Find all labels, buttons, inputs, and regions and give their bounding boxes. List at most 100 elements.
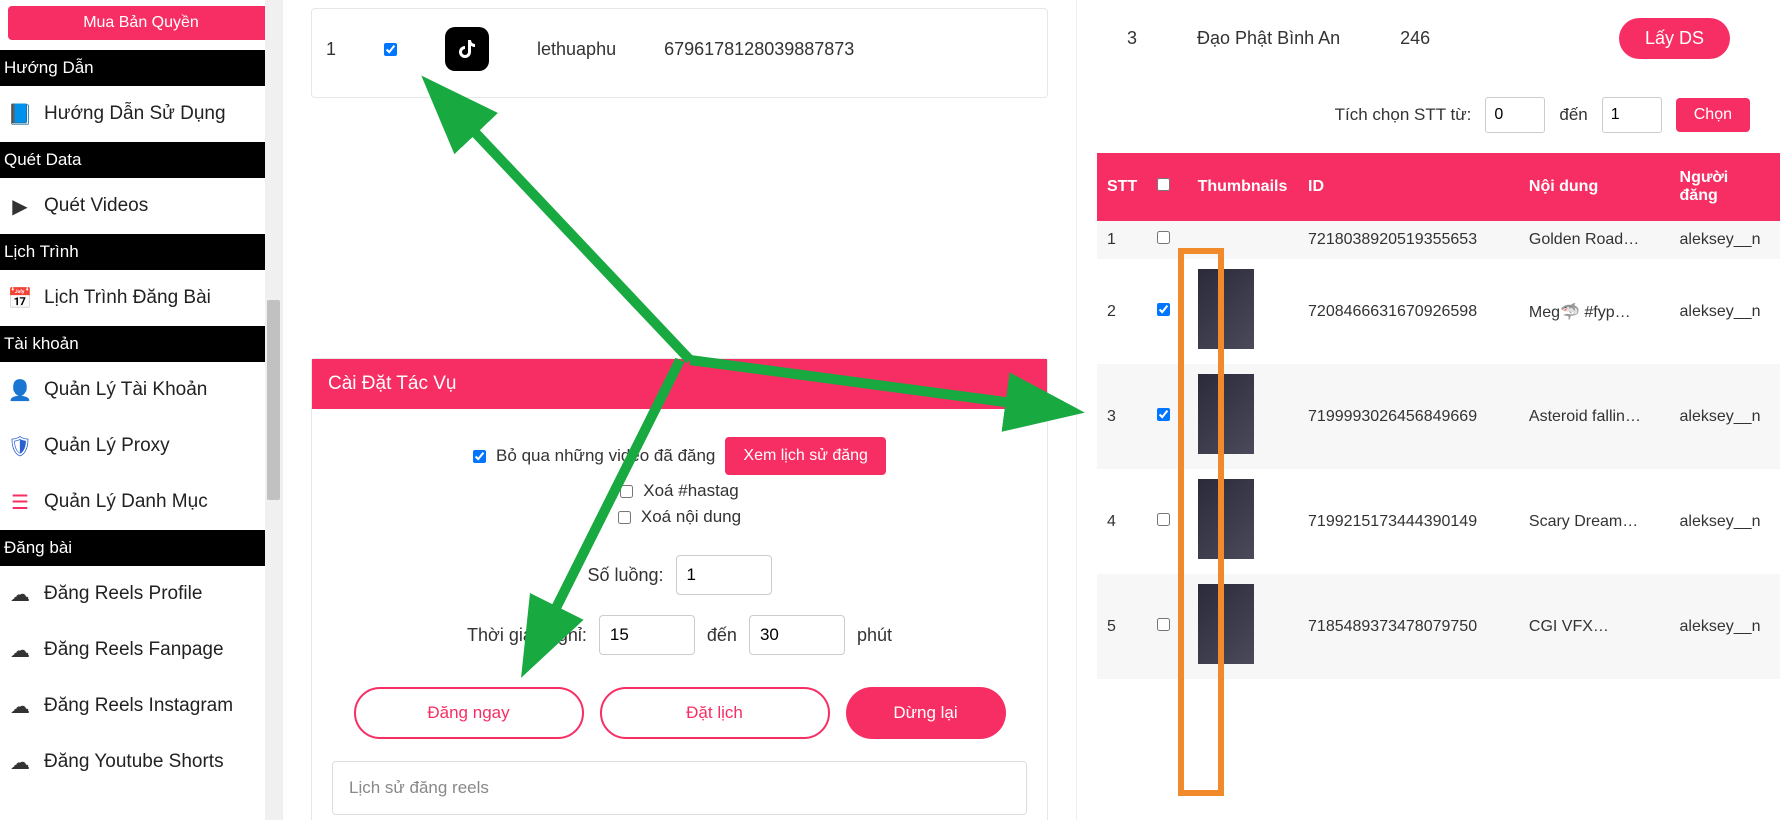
cell-stt: 4	[1097, 469, 1147, 574]
user-icon: 👤	[8, 378, 32, 402]
row-checkbox[interactable]	[1157, 231, 1170, 244]
schedule-button[interactable]: Đặt lịch	[600, 687, 830, 739]
sidebar-item-label: Quản Lý Danh Mục	[44, 491, 208, 513]
source-row: 3 Đạo Phật Bình An 246 Lấy DS	[1097, 0, 1780, 77]
th-uploader: Người đăng	[1670, 153, 1780, 221]
sidebar-item-label: Lịch Trình Đăng Bài	[44, 287, 211, 309]
table-row[interactable]: 57185489373478079750CGI VFX…aleksey__n	[1097, 574, 1780, 679]
table-row[interactable]: 2 7208466631670926598Meg🦈 #fyp…aleksey__n	[1097, 259, 1780, 364]
cell-stt: 3	[1097, 364, 1147, 469]
account-row: 1 lethuaphu 6796178128039887873	[312, 9, 1047, 97]
sidebar-item[interactable]: ☁Đăng Youtube Shorts	[0, 734, 282, 790]
account-username: lethuaphu	[537, 39, 616, 60]
row-checkbox[interactable]	[1157, 408, 1170, 421]
sidebar-section-header: Hướng Dẫn	[0, 50, 282, 86]
row-checkbox[interactable]	[1157, 513, 1170, 526]
sidebar-item-label: Quét Videos	[44, 195, 148, 217]
cell-uploader: aleksey__n	[1670, 221, 1780, 259]
threads-input[interactable]	[676, 555, 772, 595]
stop-button[interactable]: Dừng lại	[846, 687, 1006, 739]
sidebar-item-label: Đăng Youtube Shorts	[44, 751, 224, 773]
row-checkbox[interactable]	[1157, 618, 1170, 631]
cell-checkbox	[1147, 259, 1187, 364]
tiktok-icon	[445, 27, 489, 71]
thumbnail-image	[1198, 479, 1254, 559]
view-history-button[interactable]: Xem lịch sử đăng	[725, 437, 886, 475]
rest-from-input[interactable]	[599, 615, 695, 655]
rest-to-input[interactable]	[749, 615, 845, 655]
cell-checkbox	[1147, 364, 1187, 469]
task-header: Cài Đặt Tác Vụ	[312, 359, 1047, 409]
sidebar-item[interactable]: 📅Lịch Trình Đăng Bài	[0, 270, 282, 326]
sidebar-section-header: Tài khoản	[0, 326, 282, 362]
select-all-checkbox[interactable]	[1157, 178, 1170, 191]
sidebar-item[interactable]: 👤 Quản Lý Tài Khoản	[0, 362, 282, 418]
cell-stt: 1	[1097, 221, 1147, 259]
cell-content: Scary Dream…	[1519, 469, 1670, 574]
th-content: Nội dung	[1519, 153, 1670, 221]
row-checkbox[interactable]	[1157, 303, 1170, 316]
sidebar-item[interactable]: 📘Hướng Dẫn Sử Dụng	[0, 86, 282, 142]
cell-checkbox	[1147, 469, 1187, 574]
cell-content: Meg🦈 #fyp…	[1519, 259, 1670, 364]
sidebar-item[interactable]: 🛡Quản Lý Proxy	[0, 418, 282, 474]
sidebar-item[interactable]: ▶Quét Videos	[0, 178, 282, 234]
sidebar-section-header: Đăng bài	[0, 530, 282, 566]
remove-hashtag-checkbox[interactable]	[620, 485, 633, 498]
sidebar-scrollbar-thumb[interactable]	[267, 300, 280, 500]
thumbnail-image	[1198, 269, 1254, 349]
cell-uploader: aleksey__n	[1670, 364, 1780, 469]
source-name: Đạo Phật Bình An	[1197, 28, 1340, 49]
sidebar-item-label: Đăng Reels Profile	[44, 583, 202, 605]
sidebar-item-label: Quản Lý Proxy	[44, 435, 170, 457]
cell-checkbox	[1147, 574, 1187, 679]
remove-content-label: Xoá nội dung	[641, 507, 741, 527]
sidebar-scrollbar[interactable]	[265, 0, 282, 820]
cell-id: 7218038920519355653	[1298, 221, 1519, 259]
table-row[interactable]: 1 7218038920519355653Golden Road…aleksey_…	[1097, 221, 1780, 259]
remove-content-checkbox[interactable]	[618, 511, 631, 524]
sidebar-item[interactable]: ☁ Đăng Reels Profile	[0, 566, 282, 622]
select-to-input[interactable]	[1602, 97, 1662, 133]
cell-thumbnail	[1188, 574, 1298, 679]
cloud-up-icon: ☁	[8, 638, 32, 662]
buy-license-button[interactable]: Mua Bản Quyền	[8, 6, 274, 40]
choose-button[interactable]: Chọn	[1676, 98, 1750, 132]
sidebar-item[interactable]: ☁ Đăng Reels Instagram	[0, 678, 282, 734]
cell-id: 7199215173444390149	[1298, 469, 1519, 574]
cell-uploader: aleksey__n	[1670, 259, 1780, 364]
log-box: Lịch sử đăng reels	[332, 761, 1027, 815]
select-from-input[interactable]	[1485, 97, 1545, 133]
cloud-up-icon: ☁	[8, 694, 32, 718]
sidebar-item-label: Đăng Reels Instagram	[44, 695, 233, 717]
cell-id: 7199993026456849669	[1298, 364, 1519, 469]
guide-icon: 📘	[8, 102, 32, 126]
sidebar-section-header: Lịch Trình	[0, 234, 282, 270]
cell-id: 7185489373478079750	[1298, 574, 1519, 679]
thumbnail-image	[1198, 584, 1254, 664]
cell-checkbox	[1147, 221, 1187, 259]
select-from-label: Tích chọn STT từ:	[1335, 105, 1472, 125]
th-checkbox	[1147, 153, 1187, 221]
account-checkbox[interactable]	[384, 43, 397, 56]
source-stt: 3	[1127, 28, 1137, 49]
get-list-button[interactable]: Lấy DS	[1619, 18, 1730, 59]
cell-content: Golden Road…	[1519, 221, 1670, 259]
cell-stt: 2	[1097, 259, 1147, 364]
rest-unit: phút	[857, 625, 892, 646]
table-row[interactable]: 37199993026456849669Asteroid fallin…alek…	[1097, 364, 1780, 469]
cell-id: 7208466631670926598	[1298, 259, 1519, 364]
task-card: Cài Đặt Tác Vụ Bỏ qua những video đã đăn…	[311, 358, 1048, 820]
sidebar-item[interactable]: ☰Quản Lý Danh Mục	[0, 474, 282, 530]
table-row[interactable]: 47199215173444390149Scary Dream…aleksey_…	[1097, 469, 1780, 574]
post-now-button[interactable]: Đăng ngay	[354, 687, 584, 739]
sidebar-item[interactable]: ☁Đăng Reels Fanpage	[0, 622, 282, 678]
source-count: 246	[1400, 28, 1430, 49]
account-stt: 1	[326, 39, 336, 60]
sidebar-item-label: Quản Lý Tài Khoản	[44, 379, 207, 401]
cell-thumbnail	[1188, 259, 1298, 364]
sidebar-section-header: Quét Data	[0, 142, 282, 178]
right-panel: 3 Đạo Phật Bình An 246 Lấy DS Tích chọn …	[1076, 0, 1780, 820]
cloud-up-icon: ☁	[8, 582, 32, 606]
skip-posted-checkbox[interactable]	[473, 450, 486, 463]
